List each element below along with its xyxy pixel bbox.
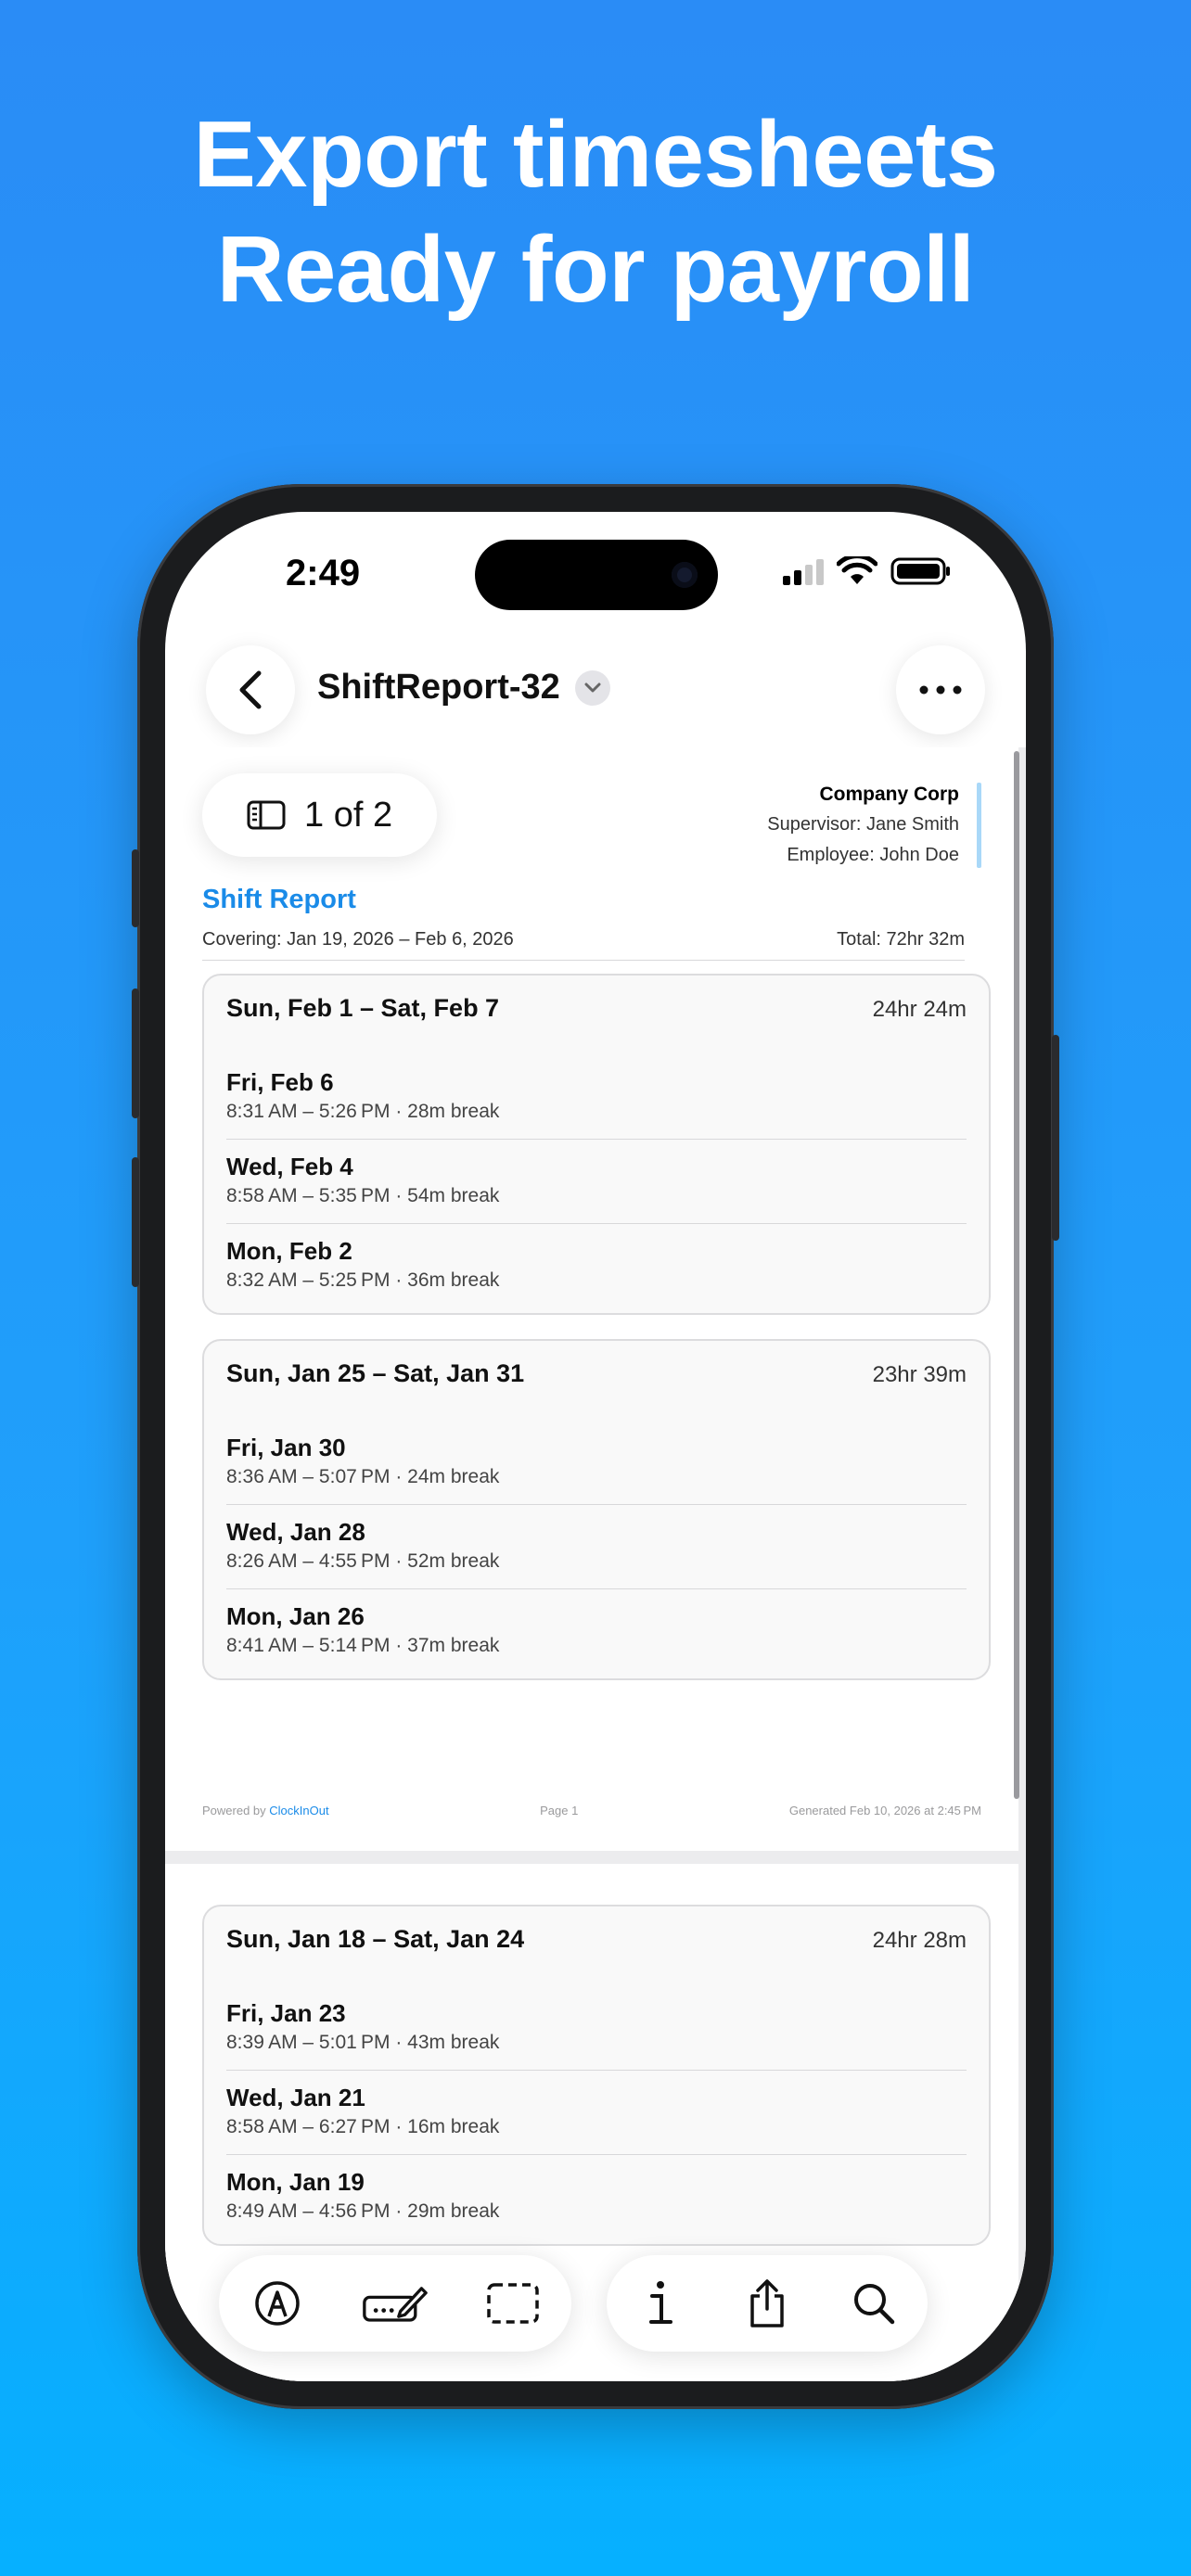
- day-name: Fri, Feb 6: [226, 1068, 334, 1096]
- markup-pen-icon: [255, 2281, 301, 2326]
- page-indicator[interactable]: 1 of 2: [202, 773, 438, 857]
- day-time: 8:31 AM – 5:26 PM · 28m break: [226, 1101, 500, 1122]
- day-entry: Mon, Feb 2 8:32 AM – 5:25 PM · 36m break: [226, 1224, 967, 1307]
- pdf-viewer[interactable]: 1 of 2 Company Corp Supervisor: Jane Smi…: [165, 747, 1026, 2381]
- week-range: Sun, Jan 25 – Sat, Jan 31: [226, 1359, 525, 1387]
- week-card: Sun, Feb 1 – Sat, Feb 7 24hr 24m Fri, Fe…: [202, 974, 991, 1315]
- generated-date: Generated Feb 10, 2026 at 2:45 PM: [788, 1804, 981, 1817]
- day-time: 8:32 AM – 5:25 PM · 36m break: [226, 1269, 500, 1291]
- search-icon: [854, 2284, 895, 2325]
- day-time: 8:58 AM – 6:27 PM · 16m break: [226, 2116, 500, 2137]
- day-time: 8:39 AM – 5:01 PM · 43m break: [226, 2032, 500, 2053]
- volume-down-button: [132, 1157, 139, 1287]
- info-button[interactable]: [627, 2270, 694, 2337]
- day-name: Mon, Jan 26: [226, 1602, 365, 1630]
- selection-button[interactable]: [480, 2270, 546, 2337]
- company-info: Company Corp Supervisor: Jane Smith Empl…: [767, 779, 959, 871]
- share-icon: [750, 2279, 784, 2327]
- company-accent-bar: [977, 783, 981, 868]
- headline: Export timesheets Ready for payroll: [0, 97, 1191, 327]
- week-total: 24hr 28m: [872, 1928, 967, 1953]
- actions-toolbar: [607, 2255, 928, 2352]
- company-name: Company Corp: [819, 784, 959, 805]
- page-number: Page 1: [540, 1804, 579, 1817]
- volume-up-button: [132, 988, 139, 1118]
- day-entry: Mon, Jan 26 8:41 AM – 5:14 PM · 37m brea…: [226, 1589, 967, 1673]
- action-button: [132, 849, 139, 927]
- day-entry: Fri, Feb 6 8:31 AM – 5:26 PM · 28m break: [226, 1055, 967, 1140]
- supervisor: Supervisor: Jane Smith: [767, 814, 959, 835]
- document-title-menu[interactable]: ShiftReport-32: [317, 668, 610, 708]
- headline-line-2: Ready for payroll: [216, 218, 975, 322]
- status-time: 2:49: [286, 553, 361, 593]
- signature-icon: [363, 2287, 428, 2322]
- day-name: Wed, Feb 4: [226, 1153, 353, 1180]
- day-time: 8:49 AM – 4:56 PM · 29m break: [226, 2200, 500, 2222]
- week-total: 23hr 39m: [872, 1362, 967, 1387]
- day-time: 8:58 AM – 5:35 PM · 54m break: [226, 1185, 500, 1206]
- info-icon: [648, 2281, 672, 2324]
- day-name: Wed, Jan 21: [226, 2084, 365, 2111]
- pdf-page-1: 1 of 2 Company Corp Supervisor: Jane Smi…: [165, 747, 1018, 1851]
- share-button[interactable]: [734, 2270, 800, 2337]
- report-covering: Covering: Jan 19, 2026 – Feb 6, 2026: [202, 929, 514, 950]
- day-entry: Wed, Jan 28 8:26 AM – 4:55 PM · 52m brea…: [226, 1505, 967, 1589]
- day-entry: Fri, Jan 23 8:39 AM – 5:01 PM · 43m brea…: [226, 1986, 967, 2071]
- headline-line-1: Export timesheets: [193, 103, 998, 207]
- week-range: Sun, Feb 1 – Sat, Feb 7: [226, 994, 500, 1022]
- brand-link[interactable]: ClockInOut: [269, 1804, 328, 1817]
- day-time: 8:36 AM – 5:07 PM · 24m break: [226, 1466, 500, 1487]
- week-total: 24hr 24m: [872, 997, 967, 1022]
- power-button: [1052, 1035, 1059, 1241]
- day-name: Mon, Jan 19: [226, 2168, 365, 2196]
- week-card: Sun, Jan 18 – Sat, Jan 24 24hr 28m Fri, …: [202, 1905, 991, 2246]
- day-name: Fri, Jan 30: [226, 1434, 346, 1461]
- day-time: 8:41 AM – 5:14 PM · 37m break: [226, 1635, 500, 1656]
- wifi-icon: [837, 556, 877, 584]
- powered-by-label: Powered by: [202, 1804, 266, 1817]
- powered-by: Powered by ClockInOut: [202, 1804, 329, 1817]
- dynamic-island: [475, 540, 718, 610]
- battery-icon: [890, 557, 950, 585]
- markup-toolbar: [219, 2255, 571, 2352]
- day-entry: Wed, Feb 4 8:58 AM – 5:35 PM · 54m break: [226, 1140, 967, 1224]
- document-title: ShiftReport-32: [317, 668, 560, 707]
- page-footer: Powered by ClockInOut Page 1 Generated F…: [202, 1804, 981, 1817]
- day-entry: Wed, Jan 21 8:58 AM – 6:27 PM · 16m brea…: [226, 2071, 967, 2155]
- report-summary-row: Covering: Jan 19, 2026 – Feb 6, 2026 Tot…: [202, 929, 965, 961]
- phone-screen: 2:49 ShiftReport-32 1 of 2 Company Corp …: [165, 512, 1026, 2381]
- chevron-down-icon: [574, 670, 610, 706]
- week-range: Sun, Jan 18 – Sat, Jan 24: [226, 1925, 525, 1953]
- employee: Employee: John Doe: [787, 845, 959, 865]
- cellular-signal-icon: [783, 557, 824, 585]
- status-icons: [783, 556, 952, 586]
- back-chevron-icon: [239, 670, 262, 709]
- search-button[interactable]: [840, 2270, 907, 2337]
- signature-button[interactable]: [362, 2270, 429, 2337]
- page-indicator-label: 1 of 2: [304, 795, 393, 835]
- more-button[interactable]: [896, 645, 985, 734]
- selection-icon: [486, 2283, 539, 2324]
- phone-frame: 2:49 ShiftReport-32 1 of 2 Company Corp …: [132, 484, 1059, 2409]
- scrollbar[interactable]: [1014, 751, 1019, 1799]
- day-name: Wed, Jan 28: [226, 1518, 365, 1546]
- day-name: Fri, Jan 23: [226, 1999, 346, 2027]
- report-total: Total: 72hr 32m: [837, 929, 965, 950]
- sidebar-icon: [247, 800, 286, 830]
- more-icon: [919, 685, 962, 695]
- report-title: Shift Report: [202, 885, 356, 914]
- week-card: Sun, Jan 25 – Sat, Jan 31 23hr 39m Fri, …: [202, 1339, 991, 1680]
- day-time: 8:26 AM – 4:55 PM · 52m break: [226, 1550, 500, 1572]
- day-entry: Fri, Jan 30 8:36 AM – 5:07 PM · 24m brea…: [226, 1421, 967, 1505]
- back-button[interactable]: [206, 645, 295, 734]
- markup-button[interactable]: [244, 2270, 311, 2337]
- day-entry: Mon, Jan 19 8:49 AM – 4:56 PM · 29m brea…: [226, 2155, 967, 2238]
- day-name: Mon, Feb 2: [226, 1237, 352, 1265]
